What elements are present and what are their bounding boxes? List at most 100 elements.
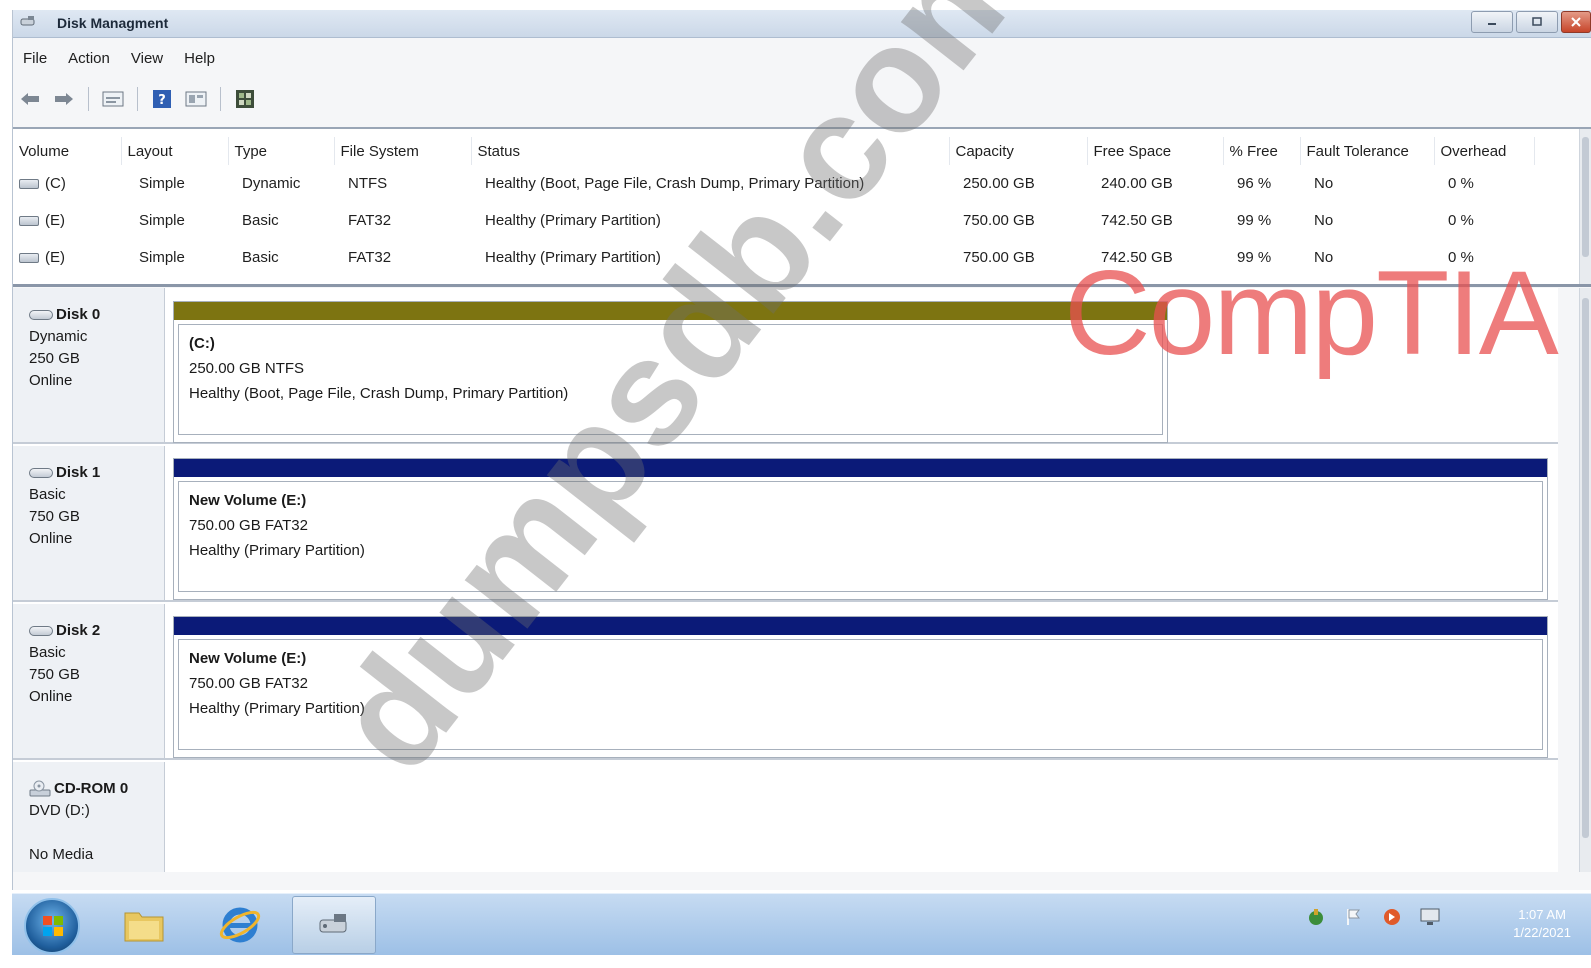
scrollbar-thumb[interactable]	[1582, 298, 1589, 838]
action-center-icon	[1347, 909, 1360, 925]
column-header-overhead[interactable]: Overhead	[1434, 137, 1535, 165]
table-cell-layout: Simple	[139, 175, 185, 192]
disk-view-scrollbar[interactable]	[1579, 288, 1591, 872]
table-cell-overhead: 0 %	[1448, 175, 1474, 192]
table-row[interactable]: (E) Simple Basic FAT32 Healthy (Primary …	[13, 239, 1534, 276]
partition-e[interactable]: New Volume (E:) 750.00 GB FAT32 Healthy …	[173, 458, 1548, 600]
column-header-volume[interactable]: Volume	[13, 137, 122, 165]
tray-display[interactable]	[1419, 906, 1441, 928]
tray-network[interactable]	[1305, 906, 1327, 928]
cdrom-row[interactable]: CD-ROM 0 DVD (D:) No Media	[13, 762, 1558, 872]
close-button[interactable]	[1561, 11, 1591, 33]
disk-state: Online	[29, 688, 73, 705]
column-header-file-system[interactable]: File System	[334, 137, 472, 165]
partition-detail: 750.00 GB FAT32	[189, 675, 308, 692]
cdrom-state: No Media	[29, 846, 94, 863]
table-cell-layout: Simple	[139, 212, 185, 229]
disk-icon	[29, 626, 53, 636]
back-button[interactable]	[17, 86, 43, 112]
disk-label[interactable]: Disk 0 Dynamic 250 GB Online	[13, 288, 165, 442]
view-button[interactable]	[183, 86, 209, 112]
maximize-button[interactable]	[1516, 11, 1558, 33]
disk-label[interactable]: Disk 2 Basic 750 GB Online	[13, 604, 165, 758]
restore-icon	[1532, 17, 1542, 26]
toolbar-separator	[137, 87, 138, 111]
menu-file[interactable]: File	[23, 48, 58, 72]
tray-action-center[interactable]	[1343, 906, 1365, 928]
help-icon: ?	[153, 90, 171, 108]
taskbar-explorer[interactable]	[102, 896, 186, 954]
disk-management-app-icon	[20, 16, 35, 26]
forward-button[interactable]	[51, 86, 77, 112]
console-icon	[236, 90, 254, 108]
partition-detail: 750.00 GB FAT32	[189, 517, 308, 534]
column-header-capacity[interactable]: Capacity	[949, 137, 1088, 165]
table-cell-overhead: 0 %	[1448, 212, 1474, 229]
toolbar-separator	[220, 87, 221, 111]
menu-action[interactable]: Action	[68, 48, 121, 72]
scrollbar-thumb[interactable]	[1582, 137, 1589, 257]
cdrom-label[interactable]: CD-ROM 0 DVD (D:) No Media	[13, 762, 165, 872]
column-header-layout[interactable]: Layout	[121, 137, 229, 165]
table-cell-capacity: 750.00 GB	[963, 212, 1035, 229]
table-cell-free-space: 742.50 GB	[1101, 212, 1173, 229]
console-button[interactable]	[232, 86, 258, 112]
system-clock[interactable]: 1:07 AM 1/22/2021	[1513, 906, 1571, 942]
partition-c[interactable]: (C:) 250.00 GB NTFS Healthy (Boot, Page …	[173, 301, 1168, 443]
volume-table-header: Volume Layout Type File System Status Ca…	[13, 137, 1535, 165]
table-cell-volume: (E)	[13, 202, 121, 239]
column-header-fault-tolerance[interactable]: Fault Tolerance	[1300, 137, 1435, 165]
svg-text:?: ?	[158, 93, 166, 108]
disk-row-1[interactable]: Disk 1 Basic 750 GB Online New Volume (E…	[13, 446, 1558, 602]
properties-button[interactable]	[100, 86, 126, 112]
disk-state: Online	[29, 372, 73, 389]
disk-row-2[interactable]: Disk 2 Basic 750 GB Online New Volume (E…	[13, 604, 1558, 760]
disk-kind: Basic	[29, 486, 66, 503]
table-cell-volume: (E)	[13, 239, 121, 276]
partition-color-bar	[174, 459, 1547, 477]
disk-icon	[29, 310, 53, 320]
table-cell-type: Basic	[242, 249, 279, 266]
table-cell-file-system: NTFS	[348, 175, 388, 192]
partition-status: Healthy (Primary Partition)	[189, 542, 365, 559]
partition-e[interactable]: New Volume (E:) 750.00 GB FAT32 Healthy …	[173, 616, 1548, 758]
back-icon	[21, 93, 39, 105]
disk-size: 750 GB	[29, 666, 80, 683]
disk-label[interactable]: Disk 1 Basic 750 GB Online	[13, 446, 165, 600]
disk-row-0[interactable]: Disk 0 Dynamic 250 GB Online (C:) 250.00…	[13, 288, 1558, 444]
table-cell-fault-tolerance: No	[1314, 212, 1334, 229]
taskbar-disk-management[interactable]	[292, 896, 376, 954]
drive-icon	[19, 179, 39, 190]
tray-update[interactable]	[1381, 906, 1403, 928]
volume-list-scrollbar[interactable]	[1579, 129, 1591, 284]
disk-management-window: Disk Managment File Action View Help ? V…	[12, 10, 1591, 890]
table-cell-fault-tolerance: No	[1314, 249, 1334, 266]
view-icon	[185, 91, 207, 107]
table-cell-volume: (C)	[13, 165, 121, 202]
table-row[interactable]: (E) Simple Basic FAT32 Healthy (Primary …	[13, 202, 1534, 239]
column-header-type[interactable]: Type	[228, 137, 335, 165]
column-header-status[interactable]: Status	[471, 137, 950, 165]
disk-name: Disk 2	[56, 622, 101, 639]
disk-kind: Basic	[29, 644, 66, 661]
column-header-free-space[interactable]: Free Space	[1087, 137, 1224, 165]
help-button[interactable]: ?	[149, 86, 175, 112]
column-header-percent-free[interactable]: % Free	[1223, 137, 1301, 165]
disk-management-icon	[319, 914, 347, 933]
volume-table: Volume Layout Type File System Status Ca…	[13, 137, 1535, 276]
drive-icon	[19, 216, 39, 227]
clock-time: 1:07 AM	[1518, 907, 1566, 922]
toolbar: ?	[17, 84, 258, 114]
menu-bar: File Action View Help	[13, 48, 236, 72]
disk-size: 750 GB	[29, 508, 80, 525]
table-row[interactable]: (C) Simple Dynamic NTFS Healthy (Boot, P…	[13, 165, 1534, 202]
taskbar-internet-explorer[interactable]	[198, 896, 282, 954]
menu-help[interactable]: Help	[184, 48, 226, 72]
start-button[interactable]	[24, 898, 80, 954]
table-cell-fault-tolerance: No	[1314, 175, 1334, 192]
menu-view[interactable]: View	[131, 48, 174, 72]
disk-state: Online	[29, 530, 73, 547]
table-cell-status: Healthy (Primary Partition)	[485, 212, 661, 229]
minimize-button[interactable]	[1471, 11, 1513, 33]
disk-name: Disk 0	[56, 306, 101, 323]
